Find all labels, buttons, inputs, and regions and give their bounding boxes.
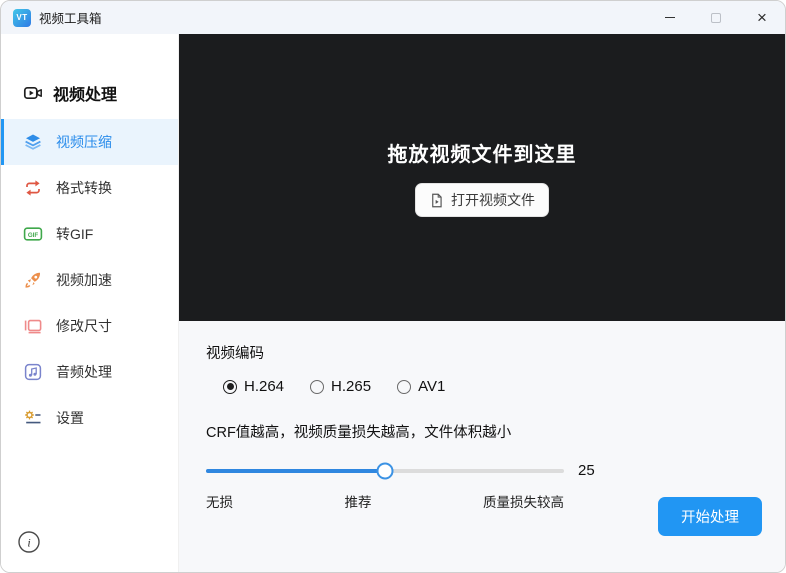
crf-scale-right: 质量损失较高 <box>483 495 564 510</box>
close-button[interactable]: × <box>739 1 785 34</box>
encoding-options: H.264 H.265 AV1 <box>223 378 785 395</box>
radio-label: H.264 <box>244 378 285 395</box>
sidebar-item-label: 视频压缩 <box>56 134 112 150</box>
video-dropzone[interactable]: 拖放视频文件到这里 打开视频文件 <box>179 34 785 321</box>
svg-text:GIF: GIF <box>28 232 39 239</box>
sidebar-item-label: 视频加速 <box>56 272 112 288</box>
crf-slider[interactable] <box>206 462 564 479</box>
main-panel: 拖放视频文件到这里 打开视频文件 视频编码 H.264 H.265 AV1 CR… <box>179 34 785 572</box>
video-file-icon <box>429 192 444 209</box>
layers-icon <box>23 132 43 152</box>
maximize-button[interactable] <box>693 1 739 34</box>
radio-h265[interactable]: H.265 <box>310 378 371 395</box>
close-icon: × <box>757 8 767 27</box>
crf-slider-row: 25 <box>206 462 785 479</box>
window-controls: × <box>647 1 785 34</box>
sidebar-item-audio[interactable]: 音频处理 <box>1 349 178 395</box>
sidebar: 视频处理 视频压缩 格式转换 GIF 转GIF 视频加速 修改尺寸 音频处理 设… <box>1 34 179 572</box>
sidebar-header-label: 视频处理 <box>53 87 118 104</box>
app-logo-icon: VT <box>13 8 31 27</box>
radio-circle-icon <box>223 379 237 394</box>
crf-slider-thumb[interactable] <box>376 462 394 479</box>
sidebar-item-settings[interactable]: 设置 <box>1 395 178 441</box>
info-icon: i <box>18 531 40 553</box>
sidebar-item-to-gif[interactable]: GIF 转GIF <box>1 211 178 257</box>
music-note-icon <box>23 362 43 382</box>
titlebar: VT 视频工具箱 × <box>1 1 785 34</box>
crf-description: CRF值越高，视频质量损失越高，文件体积越小 <box>206 425 512 441</box>
info-button[interactable]: i <box>17 530 41 554</box>
open-file-button-label: 打开视频文件 <box>451 192 535 208</box>
rocket-icon <box>23 270 43 290</box>
radio-h264[interactable]: H.264 <box>223 378 284 395</box>
sidebar-item-label: 格式转换 <box>56 180 112 196</box>
crf-scale-labels: 无损 推荐 质量损失较高 <box>206 491 564 511</box>
sidebar-item-format-convert[interactable]: 格式转换 <box>1 165 178 211</box>
sidebar-item-resize[interactable]: 修改尺寸 <box>1 303 178 349</box>
sidebar-item-video-speed[interactable]: 视频加速 <box>1 257 178 303</box>
gear-icon <box>23 408 43 428</box>
swap-icon <box>23 178 43 198</box>
gif-icon: GIF <box>23 224 43 244</box>
crf-scale-left: 无损 <box>206 495 233 510</box>
minimize-icon <box>665 16 675 19</box>
sidebar-header: 视频处理 <box>1 81 178 105</box>
crf-slider-fill <box>206 468 385 473</box>
sidebar-item-label: 设置 <box>56 410 84 426</box>
radio-av1[interactable]: AV1 <box>397 378 445 395</box>
open-file-button[interactable]: 打开视频文件 <box>415 183 549 217</box>
svg-text:i: i <box>27 536 30 550</box>
radio-label: AV1 <box>418 378 446 395</box>
sidebar-item-video-compress[interactable]: 视频压缩 <box>1 119 178 165</box>
sidebar-item-label: 音频处理 <box>56 364 112 380</box>
encoding-label: 视频编码 <box>206 346 264 362</box>
start-processing-button[interactable]: 开始处理 <box>658 497 762 536</box>
minimize-button[interactable] <box>647 1 693 34</box>
sidebar-item-label: 转GIF <box>56 226 94 242</box>
resize-icon <box>23 316 43 336</box>
video-camera-icon <box>23 83 43 103</box>
dropzone-title: 拖放视频文件到这里 <box>387 144 577 166</box>
radio-label: H.265 <box>331 378 372 395</box>
radio-circle-icon <box>310 379 325 394</box>
sidebar-item-label: 修改尺寸 <box>56 318 112 334</box>
crf-scale-center: 推荐 <box>344 495 372 510</box>
crf-value: 25 <box>578 462 595 479</box>
radio-circle-icon <box>397 379 412 394</box>
app-window: VT 视频工具箱 × 视频处理 视频压缩 格式转换 GIF 转GIF 视频加速 … <box>0 0 786 573</box>
window-title: 视频工具箱 <box>39 12 102 26</box>
app-body: 视频处理 视频压缩 格式转换 GIF 转GIF 视频加速 修改尺寸 音频处理 设… <box>1 34 785 572</box>
compression-settings-panel: 视频编码 H.264 H.265 AV1 CRF值越高，视频质量损失越高，文件体… <box>179 321 785 572</box>
maximize-icon <box>711 12 721 23</box>
